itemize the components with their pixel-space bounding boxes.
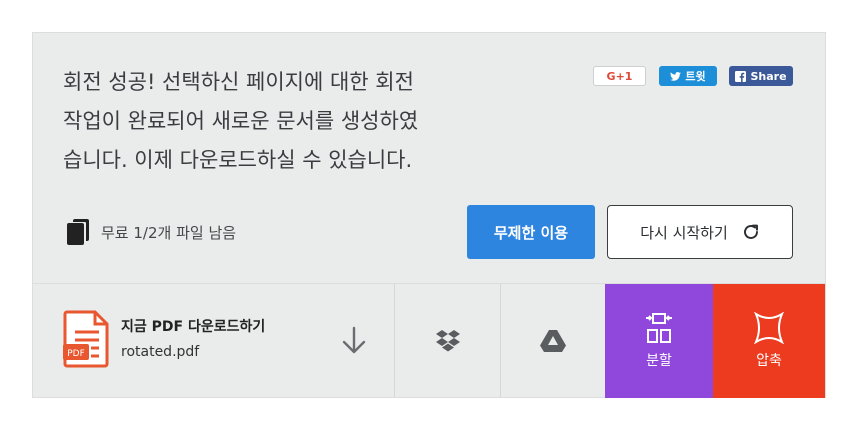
message-line-3: 습니다. 이제 다운로드하실 수 있습니다. xyxy=(63,148,413,172)
restart-button[interactable]: 다시 시작하기 xyxy=(607,205,793,259)
split-label: 분할 xyxy=(646,353,672,369)
compress-label: 압축 xyxy=(756,353,782,369)
download-title: 지금 PDF 다운로드하기 xyxy=(121,319,266,335)
unlimited-button[interactable]: 무제한 이용 xyxy=(467,205,595,259)
download-arrow-icon xyxy=(342,326,366,354)
quota-text: 무료 1/2개 파일 남음 xyxy=(101,223,237,242)
dropbox-icon xyxy=(435,330,460,352)
share-label: Share xyxy=(750,69,787,83)
result-card: 회전 성공! 선택하신 페이지에 대한 회전 작업이 완료되어 새로운 문서를 … xyxy=(32,32,826,398)
quota-indicator: 무료 1/2개 파일 남음 xyxy=(67,219,236,245)
google-plus-label: G+1 xyxy=(606,69,633,83)
tweet-label: 트윗 xyxy=(685,70,706,83)
twitter-icon xyxy=(670,71,682,81)
split-icon xyxy=(646,313,672,343)
split-tool-button[interactable]: 분할 xyxy=(605,284,713,398)
message-line-2: 작업이 완료되어 새로운 문서를 생성하였 xyxy=(63,109,419,133)
download-filename: rotated.pdf xyxy=(121,344,200,360)
document-stack-icon xyxy=(67,219,89,245)
save-to-google-drive-button[interactable] xyxy=(501,284,605,398)
message-line-1: 회전 성공! 선택하신 페이지에 대한 회전 xyxy=(63,70,414,94)
success-message: 회전 성공! 선택하신 페이지에 대한 회전 작업이 완료되어 새로운 문서를 … xyxy=(63,63,533,180)
compress-tool-button[interactable]: 압축 xyxy=(713,284,825,398)
download-pdf-button[interactable]: PDF 지금 PDF 다운로드하기 rotated.pdf xyxy=(33,284,395,398)
tweet-button[interactable]: 트윗 xyxy=(659,66,717,86)
refresh-icon xyxy=(743,224,758,239)
save-to-dropbox-button[interactable] xyxy=(395,284,501,398)
restart-label: 다시 시작하기 xyxy=(640,223,728,242)
google-plus-button[interactable]: G+1 xyxy=(593,66,646,86)
pdf-badge: PDF xyxy=(67,349,85,359)
pdf-file-icon: PDF xyxy=(63,310,109,368)
action-bar: PDF 지금 PDF 다운로드하기 rotated.pdf 분할 압축 xyxy=(33,283,825,398)
facebook-share-button[interactable]: Share xyxy=(729,66,793,86)
facebook-icon xyxy=(735,70,747,82)
google-drive-icon xyxy=(540,330,566,352)
compress-icon xyxy=(754,312,784,344)
